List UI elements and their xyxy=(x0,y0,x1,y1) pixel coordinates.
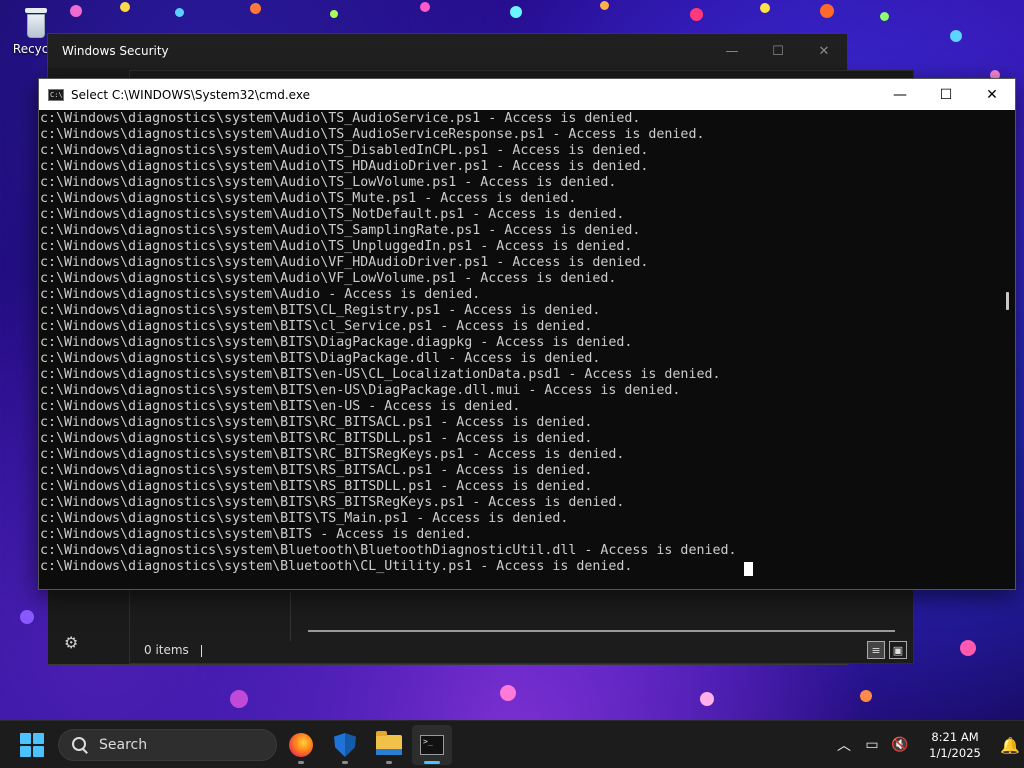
security-titlebar[interactable]: Windows Security — ☐ ✕ xyxy=(48,34,847,68)
volume-muted-icon[interactable]: 🔇 xyxy=(886,721,914,768)
pane-divider xyxy=(290,591,291,641)
cmd-minimize-button[interactable]: — xyxy=(877,79,923,110)
running-indicator xyxy=(386,761,392,764)
cmd-output-line: c:\Windows\diagnostics\system\Audio\TS_A… xyxy=(40,127,705,142)
taskbar-search-box[interactable]: Search xyxy=(58,728,277,761)
search-icon xyxy=(71,736,89,754)
cmd-output-line: c:\Windows\diagnostics\system\BITS\DiagP… xyxy=(40,351,601,366)
cmd-output-line: c:\Windows\diagnostics\system\BITS\RC_BI… xyxy=(40,431,593,446)
clock-time: 8:21 AM xyxy=(931,730,979,744)
cmd-output-line: c:\Windows\diagnostics\system\Audio\TS_U… xyxy=(40,239,633,254)
cmd-output-line: c:\Windows\diagnostics\system\BITS\en-US… xyxy=(40,399,521,414)
notification-bell-icon[interactable]: 🔔 xyxy=(996,721,1024,768)
cmd-output-line: c:\Windows\diagnostics\system\Audio\TS_A… xyxy=(40,111,641,126)
security-close-button[interactable]: ✕ xyxy=(801,34,847,68)
cmd-output-line: c:\Windows\diagnostics\system\BITS\TS_Ma… xyxy=(40,511,569,526)
taskbar-firefox[interactable] xyxy=(281,725,321,765)
firefox-icon xyxy=(289,733,313,757)
view-switcher: ≡ ▣ xyxy=(867,641,907,659)
recycle-bin-icon xyxy=(22,8,50,40)
cmd-close-button[interactable]: ✕ xyxy=(969,79,1015,110)
cmd-output-line: c:\Windows\diagnostics\system\BITS\en-US… xyxy=(40,367,721,382)
cmd-scrollbar[interactable] xyxy=(999,110,1015,589)
cmd-output-line: c:\Windows\diagnostics\system\Audio\TS_H… xyxy=(40,159,649,174)
cmd-output-line: c:\Windows\diagnostics\system\Audio\VF_L… xyxy=(40,271,617,286)
running-indicator xyxy=(424,761,440,764)
cmd-output-line: c:\Windows\diagnostics\system\Audio\TS_D… xyxy=(40,143,649,158)
cmd-scroll-thumb[interactable] xyxy=(1006,292,1009,310)
cmd-output-line: c:\Windows\diagnostics\system\BITS - Acc… xyxy=(40,527,473,542)
system-tray: ︿ ▭ 🔇 8:21 AM 1/1/2025 🔔 xyxy=(830,721,1024,768)
status-bar: 0 items xyxy=(144,643,202,657)
taskbar-windows-security[interactable] xyxy=(325,725,365,765)
cmd-title: Select C:\WINDOWS\System32\cmd.exe xyxy=(71,87,310,102)
cmd-output-line: c:\Windows\diagnostics\system\Audio\TS_M… xyxy=(40,191,577,206)
horizontal-scrollbar[interactable] xyxy=(308,630,895,632)
running-indicator xyxy=(342,761,348,764)
cmd-output-line: c:\Windows\diagnostics\system\BITS\cl_Se… xyxy=(40,319,593,334)
cmd-output-line: c:\Windows\diagnostics\system\BITS\RS_BI… xyxy=(40,463,593,478)
security-title: Windows Security xyxy=(62,44,169,58)
text-cursor xyxy=(744,562,753,576)
taskbar-file-explorer[interactable] xyxy=(369,725,409,765)
clock[interactable]: 8:21 AM 1/1/2025 xyxy=(920,729,990,761)
cmd-output-line: c:\Windows\diagnostics\system\Audio\TS_L… xyxy=(40,175,617,190)
cmd-output-line: c:\Windows\diagnostics\system\Audio\TS_N… xyxy=(40,207,625,222)
taskbar-terminal[interactable]: >_ xyxy=(412,725,452,765)
cmd-output-line: c:\Windows\diagnostics\system\BITS\RS_BI… xyxy=(40,479,593,494)
running-indicator xyxy=(298,761,304,764)
cmd-output-line: c:\Windows\diagnostics\system\BITS\DiagP… xyxy=(40,335,633,350)
search-label: Search xyxy=(99,736,148,753)
start-windows-icon[interactable] xyxy=(20,732,44,757)
cmd-output-line: c:\Windows\diagnostics\system\BITS\en-US… xyxy=(40,383,681,398)
network-icon[interactable]: ▭ xyxy=(858,721,886,768)
cmd-output-line: c:\Windows\diagnostics\system\Audio\VF_H… xyxy=(40,255,649,270)
taskbar: Search >_ ︿ ▭ 🔇 8:21 AM 1/1/2025 🔔 xyxy=(0,720,1024,768)
cmd-output-line: c:\Windows\diagnostics\system\BITS\RS_BI… xyxy=(40,495,625,510)
item-count: 0 items xyxy=(144,643,189,657)
tiles-view-icon[interactable]: ▣ xyxy=(889,641,907,659)
cmd-output-line: c:\Windows\diagnostics\system\Audio - Ac… xyxy=(40,287,481,302)
cmd-cursor-line xyxy=(40,562,999,589)
clock-date: 1/1/2025 xyxy=(929,746,981,760)
file-explorer-icon xyxy=(376,731,402,755)
cmd-maximize-button[interactable]: ☐ xyxy=(923,79,969,110)
cmd-app-icon: C:\ xyxy=(48,88,64,101)
cmd-output-line: c:\Windows\diagnostics\system\BITS\RC_BI… xyxy=(40,415,593,430)
windows-security-icon xyxy=(334,733,356,757)
cmd-output-line: c:\Windows\diagnostics\system\Audio\TS_S… xyxy=(40,223,641,238)
cmd-output-line: c:\Windows\diagnostics\system\BITS\RC_BI… xyxy=(40,447,625,462)
security-minimize-button[interactable]: — xyxy=(709,34,755,68)
cmd-titlebar[interactable]: C:\ Select C:\WINDOWS\System32\cmd.exe —… xyxy=(39,79,1015,110)
cmd-window[interactable]: C:\ Select C:\WINDOWS\System32\cmd.exe —… xyxy=(38,78,1016,590)
cmd-output-line: c:\Windows\diagnostics\system\BITS\CL_Re… xyxy=(40,303,601,318)
show-hidden-icons-chevron-icon[interactable]: ︿ xyxy=(830,721,858,768)
status-separator xyxy=(200,644,202,657)
settings-gear-icon[interactable]: ⚙ xyxy=(64,633,78,652)
terminal-icon: >_ xyxy=(420,735,444,755)
cmd-output[interactable]: c:\Windows\diagnostics\system\Audio\TS_A… xyxy=(39,110,999,589)
security-maximize-button[interactable]: ☐ xyxy=(755,34,801,68)
details-view-icon[interactable]: ≡ xyxy=(867,641,885,659)
cmd-output-line: c:\Windows\diagnostics\system\Bluetooth\… xyxy=(40,559,633,574)
cmd-output-line: c:\Windows\diagnostics\system\Bluetooth\… xyxy=(40,543,737,558)
